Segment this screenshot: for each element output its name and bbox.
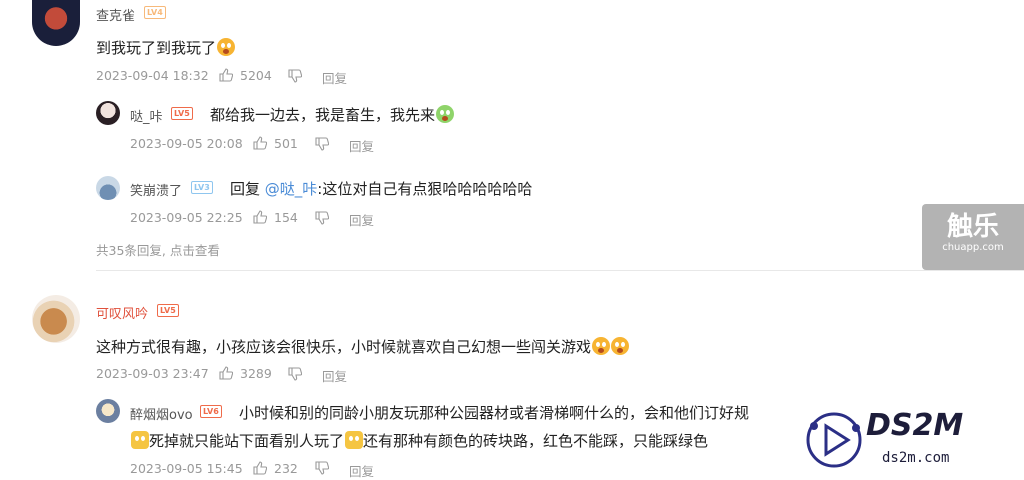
reply-button[interactable]: 回复 [349,461,374,480]
username[interactable]: 哒_咔 [130,106,163,125]
svg-text:ds2m.com: ds2m.com [882,450,949,466]
shocked-emoji-icon [592,337,611,355]
dog-emoji-icon [131,431,149,449]
like-count: 5204 [240,68,272,83]
timestamp: 2023-09-05 15:45 [130,461,243,476]
avatar[interactable] [96,101,120,125]
site-logo-badge: 触乐 chuapp.com [922,204,1024,270]
avatar[interactable] [32,0,80,46]
reply-button[interactable]: 回复 [349,136,374,155]
comment-text-content: 这种方式很有趣，小孩应该会很快乐，小时候就喜欢自己幻想一些闯关游戏 [96,338,592,356]
comment-text: 都给我一边去，我是畜生，我先来 [210,104,455,125]
comment-text: 回复 @哒_咔:这位对自己有点狠哈哈哈哈哈哈 [230,178,532,199]
thumbs-up-icon[interactable] [253,210,267,224]
timestamp: 2023-09-04 18:32 [96,68,209,83]
divider [96,270,1024,271]
level-badge: LV4 [144,6,166,19]
reply-button[interactable]: 回复 [322,68,347,87]
username[interactable]: 笑崩溃了 [130,180,182,199]
mention-link[interactable]: @哒_咔 [265,180,318,198]
laughing-emoji-icon [436,105,455,123]
level-badge: LV3 [191,181,213,194]
comment-text-content: 都给我一边去，我是畜生，我先来 [210,106,436,124]
comment-text-content: 到我玩了到我玩了 [96,39,217,57]
comment-text-content: :这位对自己有点狠哈哈哈哈哈哈 [317,180,533,198]
like-count: 232 [274,461,298,476]
timestamp: 2023-09-05 22:25 [130,210,243,225]
thumbs-up-icon[interactable] [219,366,233,380]
svg-text:DS2M: DS2M [866,408,963,443]
avatar[interactable] [96,399,120,423]
comment-text: 这种方式很有趣，小孩应该会很快乐，小时候就喜欢自己幻想一些闯关游戏 [96,336,630,357]
thumbs-up-icon[interactable] [219,68,233,82]
reply-button[interactable]: 回复 [349,210,374,229]
badge-title: 触乐 [946,212,999,242]
thumbs-down-icon[interactable] [315,461,329,475]
dog-emoji-icon [345,431,364,449]
like-count: 501 [274,136,298,151]
thumbs-down-icon[interactable] [288,69,302,83]
comment-text-line2: 死掉就只能站下面看别人玩了 还有那种有颜色的砖块路，红色不能踩，只能踩绿色 [130,430,708,451]
reply-prefix: 回复 [230,180,265,198]
ds2m-logo-icon: DS2M ds2m.com [806,408,963,468]
username[interactable]: 可叹风吟 [96,303,148,322]
more-replies-link[interactable]: 共35条回复, 点击查看 [96,240,220,259]
like-count: 3289 [240,366,272,381]
watermark: DS2M ds2m.com [800,400,1024,475]
timestamp: 2023-09-03 23:47 [96,366,209,381]
shocked-emoji-icon [611,337,630,355]
comment-text-content: 死掉就只能站下面看别人玩了 [149,432,345,450]
thumbs-down-icon[interactable] [315,211,329,225]
reply-button[interactable]: 回复 [322,366,347,385]
like-count: 154 [274,210,298,225]
thumbs-down-icon[interactable] [315,137,329,151]
comment-text: 到我玩了到我玩了 [96,37,236,58]
thumbs-up-icon[interactable] [253,136,267,150]
comment-text-content: 还有那种有颜色的砖块路，红色不能踩，只能踩绿色 [363,432,709,450]
thumbs-up-icon[interactable] [253,461,267,475]
comment-text-line1: 小时候和别的同龄小朋友玩那种公园器材或者滑梯啊什么的，会和他们订好规 [239,404,750,422]
avatar[interactable] [32,295,80,343]
level-badge: LV5 [157,304,179,317]
level-badge: LV5 [171,107,193,120]
level-badge: LV6 [200,405,222,418]
avatar[interactable] [96,176,120,200]
username[interactable]: 查克雀 [96,5,135,24]
thumbs-down-icon[interactable] [288,367,302,381]
timestamp: 2023-09-05 20:08 [130,136,243,151]
username[interactable]: 醉烟烟ovo [130,404,193,423]
badge-domain: chuapp.com [942,242,1004,253]
shocked-emoji-icon [217,38,236,56]
